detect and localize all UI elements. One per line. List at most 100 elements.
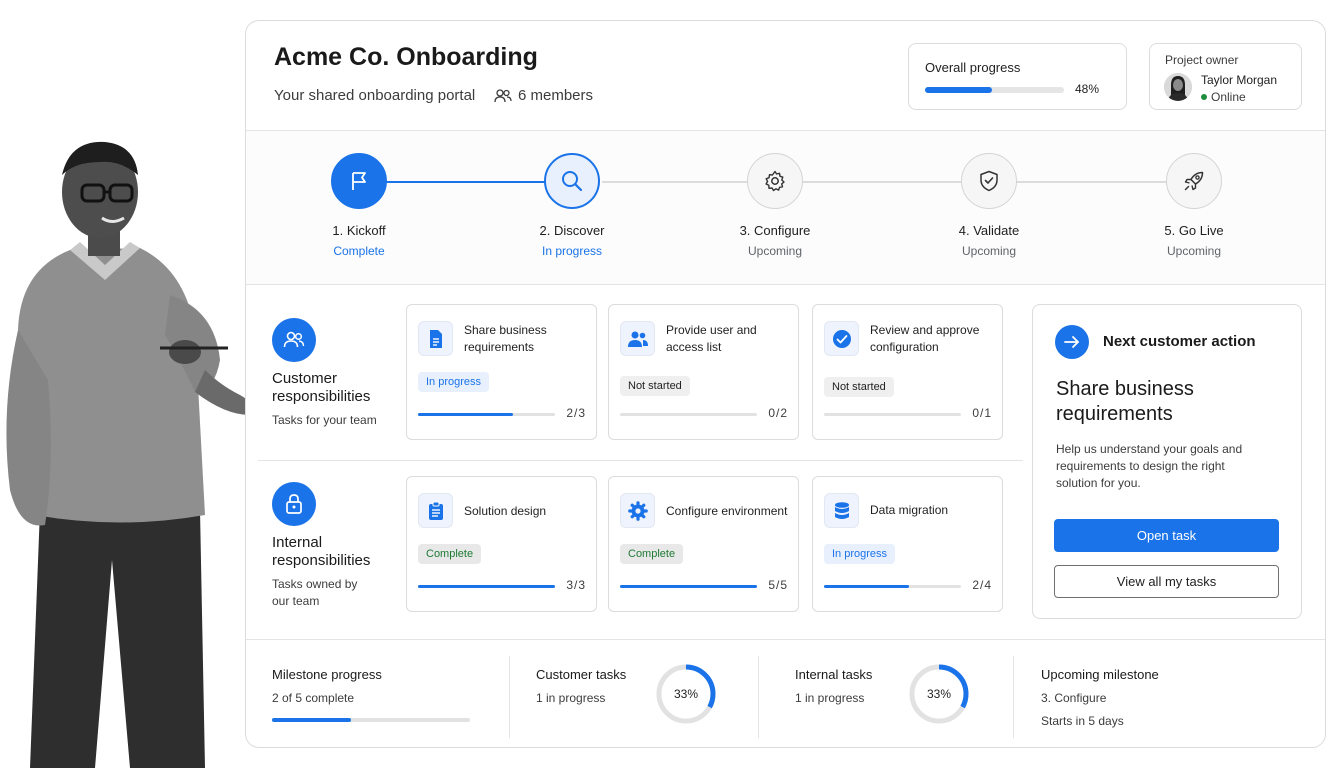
- step-name: 5. Go Live: [1164, 223, 1224, 238]
- task-progress-bar: [620, 413, 757, 416]
- database-icon: [824, 493, 859, 528]
- owner-label: Project owner: [1165, 53, 1239, 67]
- milestone-progress-bar: [272, 718, 470, 722]
- task-name: Review and approve configuration: [870, 323, 980, 354]
- summary-footer: Milestone progress 2 of 5 complete Custo…: [246, 639, 1325, 747]
- step-name: 1. Kickoff: [332, 223, 386, 238]
- overall-progress-percent: 48%: [1075, 82, 1100, 96]
- task-count: 2/4: [972, 578, 992, 592]
- next-action-title: Share business requirements: [1056, 378, 1194, 425]
- presenter-illustration: [6, 141, 253, 768]
- step-go-live[interactable]: 5. Go Live Upcoming: [1134, 153, 1254, 258]
- upcoming-milestone-title: Upcoming milestone: [1041, 667, 1159, 682]
- users-icon: [620, 321, 655, 356]
- open-task-button[interactable]: Open task: [1054, 519, 1279, 552]
- owner-status: Online: [1201, 90, 1246, 104]
- internal-responsibilities-label: Internal responsibilities Tasks owned by…: [272, 482, 392, 610]
- next-action-heading: Next customer action: [1103, 333, 1256, 350]
- next-action-description: Help us understand your goals and requir…: [1056, 442, 1243, 490]
- dashboard-header: Acme Co. Onboarding Your shared onboardi…: [246, 21, 1325, 131]
- status-badge: Not started: [824, 377, 894, 397]
- task-count: 0/2: [768, 406, 788, 420]
- task-name: Provide user and access list: [666, 323, 757, 354]
- milestone-progress-fill: [272, 718, 352, 722]
- status-badge: Complete: [620, 544, 684, 564]
- next-action-card: Next customer action Share business requ…: [1032, 304, 1302, 619]
- step-status: Upcoming: [961, 244, 1017, 258]
- members-label: 6 members: [518, 87, 594, 104]
- task-name: Share business requirements: [464, 323, 547, 354]
- task-name: Configure environment: [666, 504, 788, 518]
- step-discover[interactable]: 2. Discover In progress: [512, 153, 632, 258]
- users-icon: [494, 88, 512, 102]
- gear-icon: [765, 170, 785, 192]
- overall-progress-fill: [925, 87, 992, 93]
- status-badge: In progress: [418, 372, 490, 392]
- onboarding-dashboard: Acme Co. Onboarding Your shared onboardi…: [245, 20, 1326, 748]
- users-icon: [272, 318, 316, 362]
- status-badge: In progress: [824, 544, 896, 564]
- task-progress-bar: [418, 413, 555, 416]
- task-card-configure-environment[interactable]: Configure environment Complete 5/5: [608, 476, 799, 612]
- task-progress-fill: [418, 413, 513, 416]
- task-progress-bar: [620, 585, 757, 588]
- owner-status-label: Online: [1211, 90, 1246, 104]
- task-progress-bar: [824, 413, 961, 416]
- clipboard-icon: [418, 493, 453, 528]
- internal-tasks-title: Internal tasks: [795, 667, 873, 682]
- task-card-review-configuration[interactable]: Review and approve configuration Not sta…: [812, 304, 1003, 440]
- page-subtitle: Your shared onboarding portal: [274, 87, 476, 104]
- task-name: Solution design: [464, 504, 547, 518]
- section-divider: [258, 460, 1023, 461]
- step-status: In progress: [541, 244, 603, 258]
- shield-check-icon: [980, 170, 998, 192]
- task-count: 3/3: [566, 578, 586, 592]
- task-card-data-migration[interactable]: Data migration In progress 2/4: [812, 476, 1003, 612]
- section-subtitle: Tasks for your team: [272, 413, 377, 427]
- overall-progress-bar: [925, 87, 1064, 93]
- step-connector-upcoming: [602, 181, 1192, 183]
- milestone-progress-title: Milestone progress: [272, 667, 382, 682]
- footer-divider: [1013, 656, 1014, 738]
- flag-icon: [352, 172, 366, 190]
- members-count[interactable]: 6 members: [494, 87, 593, 104]
- step-status: Upcoming: [1166, 244, 1222, 258]
- step-status: Upcoming: [747, 244, 803, 258]
- task-count: 0/1: [972, 406, 992, 420]
- customer-responsibilities-label: Customer responsibilities Tasks for your…: [272, 318, 392, 429]
- step-kickoff[interactable]: 1. Kickoff Complete: [299, 153, 419, 258]
- task-name: Data migration: [870, 503, 949, 517]
- task-card-user-access-list[interactable]: Provide user and access list Not started…: [608, 304, 799, 440]
- status-badge: Not started: [620, 376, 690, 396]
- owner-name: Taylor Morgan: [1201, 73, 1278, 87]
- check-circle-icon: [824, 321, 859, 356]
- internal-tasks-percent: 33%: [926, 687, 952, 701]
- project-owner-card[interactable]: Project owner Taylor Morgan Online: [1149, 43, 1302, 110]
- upcoming-milestone-name: 3. Configure: [1041, 691, 1107, 705]
- task-progress-fill: [824, 585, 909, 588]
- task-progress-bar: [824, 585, 961, 588]
- step-circle: [544, 153, 600, 209]
- milestone-progress-subtitle: 2 of 5 complete: [272, 691, 355, 705]
- footer-divider: [758, 656, 759, 738]
- overall-progress-card: Overall progress 48%: [908, 43, 1127, 110]
- lock-icon: [272, 482, 316, 526]
- rocket-icon: [1184, 171, 1204, 191]
- step-circle: [961, 153, 1017, 209]
- step-name: 2. Discover: [539, 223, 605, 238]
- step-name: 4. Validate: [958, 223, 1020, 238]
- step-configure[interactable]: 3. Configure Upcoming: [715, 153, 835, 258]
- step-validate[interactable]: 4. Validate Upcoming: [929, 153, 1049, 258]
- task-count: 2/3: [566, 406, 586, 420]
- internal-tasks-subtitle: 1 in progress: [795, 691, 865, 705]
- task-progress-fill: [620, 585, 757, 588]
- arrow-right-icon: [1055, 325, 1089, 359]
- task-card-share-requirements[interactable]: Share business requirements In progress …: [406, 304, 597, 440]
- task-card-solution-design[interactable]: Solution design Complete 3/3: [406, 476, 597, 612]
- section-title: Internal responsibilities: [272, 534, 371, 569]
- gear-icon: [620, 493, 655, 528]
- step-circle: [1166, 153, 1222, 209]
- view-all-tasks-button[interactable]: View all my tasks: [1054, 565, 1279, 598]
- step-status: Complete: [333, 244, 385, 258]
- section-title: Customer responsibilities: [272, 370, 371, 405]
